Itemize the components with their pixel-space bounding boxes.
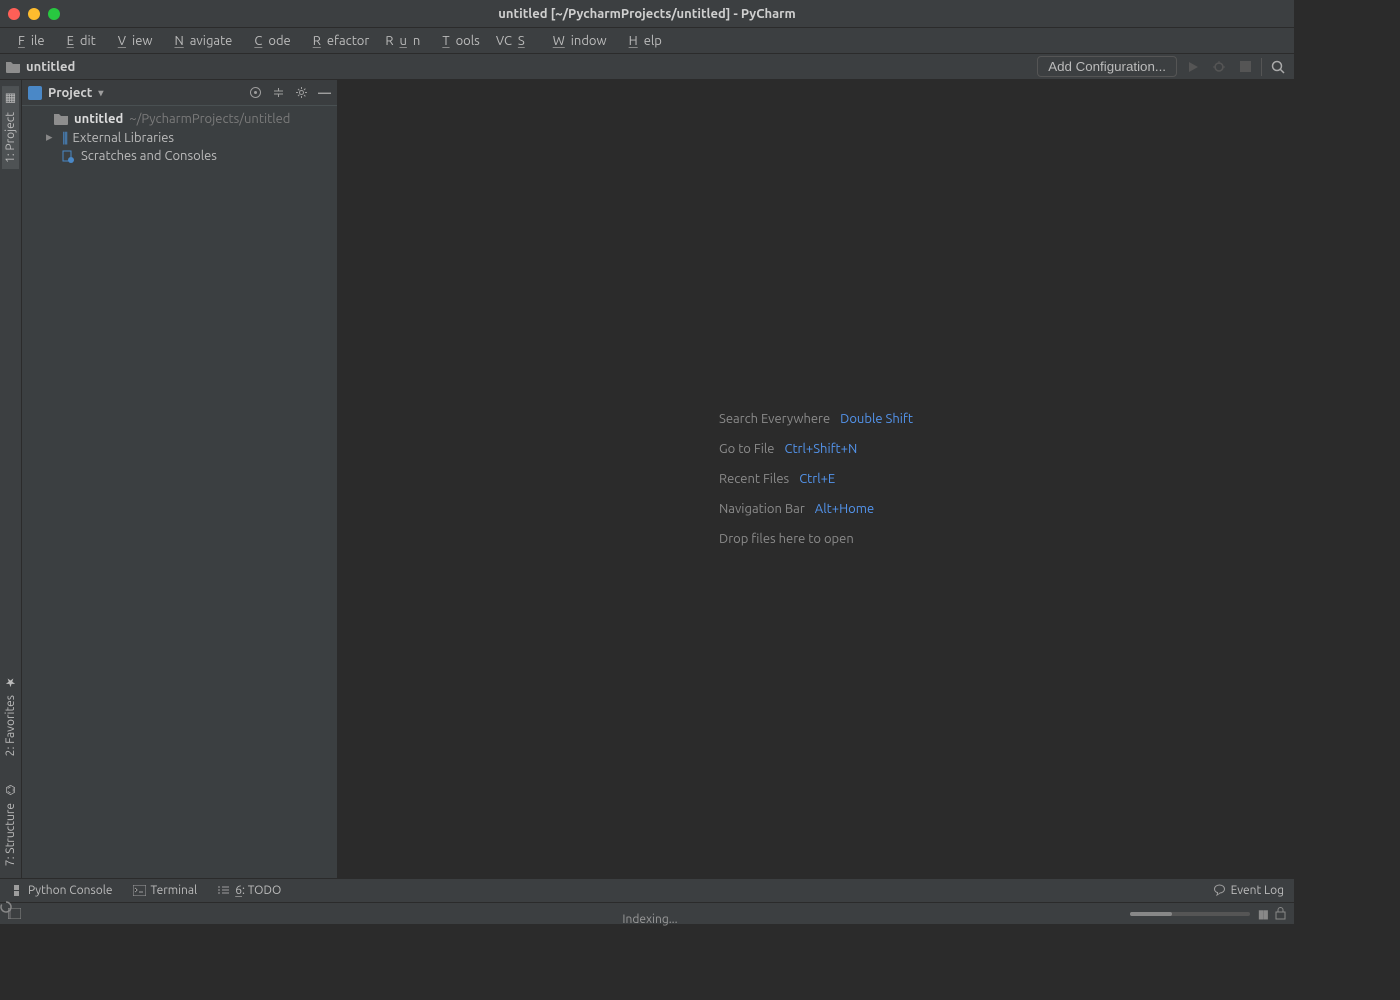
scratch-icon — [62, 150, 75, 163]
star-icon: ★ — [5, 675, 16, 689]
menu-file[interactable]: File — [6, 32, 51, 50]
balloon-icon — [1213, 884, 1226, 897]
run-icon[interactable] — [1183, 57, 1203, 77]
hint-search-everywhere: Search Everywhere Double Shift — [719, 412, 913, 426]
breadcrumb[interactable]: untitled — [6, 60, 75, 74]
tree-root-path: ~/PycharmProjects/untitled — [129, 112, 290, 126]
window-controls — [8, 8, 60, 20]
spinner-icon — [0, 901, 1294, 913]
main-area: 1: Project▦ 2: Favorites★ 7: Structure⌬ … — [0, 80, 1294, 878]
project-tree[interactable]: untitled ~/PycharmProjects/untitled ▸ ||… — [22, 106, 337, 169]
titlebar: untitled [~/PycharmProjects/untitled] - … — [0, 0, 1294, 28]
hint-drop-files: Drop files here to open — [719, 532, 913, 546]
project-tool-title[interactable]: Project — [48, 86, 92, 100]
hide-icon[interactable]: — — [318, 86, 331, 100]
tab-python-console[interactable]: Python Console — [10, 884, 113, 897]
tab-event-log[interactable]: Event Log — [1213, 884, 1284, 897]
close-icon[interactable] — [8, 8, 20, 20]
collapse-all-icon[interactable] — [272, 86, 285, 99]
pause-icon[interactable]: ▮▮ — [1258, 907, 1267, 921]
gear-icon[interactable] — [295, 86, 308, 99]
menu-tools[interactable]: Tools — [430, 32, 486, 50]
terminal-icon — [133, 885, 146, 896]
statusbar: Indexing... ▮▮ — [0, 902, 1294, 924]
library-icon: ||| — [62, 131, 67, 145]
python-icon — [10, 884, 23, 897]
menu-edit[interactable]: Edit — [55, 32, 102, 50]
hint-go-to-file: Go to File Ctrl+Shift+N — [719, 442, 913, 456]
menu-code[interactable]: Code — [242, 32, 296, 50]
folder-icon — [54, 113, 68, 125]
project-icon — [28, 86, 42, 100]
hint-recent-files: Recent Files Ctrl+E — [719, 472, 913, 486]
folder-icon — [6, 61, 20, 73]
bottom-tool-tabs: Python Console Terminal 6: TODO Event Lo… — [0, 878, 1294, 902]
tab-structure[interactable]: 7: Structure⌬ — [2, 777, 19, 872]
menu-refactor[interactable]: Refactor — [301, 32, 376, 50]
debug-icon[interactable] — [1209, 57, 1229, 77]
lock-icon[interactable] — [1275, 907, 1286, 920]
breadcrumb-project: untitled — [26, 60, 75, 74]
hint-navigation-bar: Navigation Bar Alt+Home — [719, 502, 913, 516]
todo-icon — [217, 885, 230, 896]
project-tool-window: Project ▾ — u — [22, 80, 338, 878]
separator — [1261, 58, 1262, 76]
structure-icon: ⌬ — [5, 783, 15, 797]
minimize-icon[interactable] — [28, 8, 40, 20]
tree-external-libraries[interactable]: ▸ ||| External Libraries — [22, 128, 337, 147]
search-icon[interactable] — [1268, 57, 1288, 77]
tool-windows-icon[interactable] — [8, 908, 21, 919]
indexing-progress[interactable] — [1130, 912, 1250, 916]
menu-window[interactable]: Window — [541, 32, 613, 50]
window-title: untitled [~/PycharmProjects/untitled] - … — [0, 7, 1294, 21]
menu-help[interactable]: Help — [617, 32, 668, 50]
tree-root[interactable]: untitled ~/PycharmProjects/untitled — [22, 110, 337, 128]
tree-root-name: untitled — [74, 112, 123, 126]
navbar: untitled Add Configuration... — [0, 54, 1294, 80]
menu-view[interactable]: View — [106, 32, 159, 50]
tree-scratches[interactable]: Scratches and Consoles — [22, 147, 337, 165]
stop-icon[interactable] — [1235, 57, 1255, 77]
folder-icon: ▦ — [5, 92, 16, 106]
chevron-down-icon[interactable]: ▾ — [98, 87, 103, 99]
target-icon[interactable] — [249, 86, 262, 99]
tab-project[interactable]: 1: Project▦ — [2, 86, 19, 169]
project-tool-header: Project ▾ — — [22, 80, 337, 106]
chevron-right-icon: ▸ — [46, 130, 56, 145]
add-configuration-button[interactable]: Add Configuration... — [1037, 56, 1177, 77]
menubar: File Edit View Navigate Code Refactor Ru… — [0, 28, 1294, 54]
menu-navigate[interactable]: Navigate — [162, 32, 238, 50]
status-text: Indexing... — [622, 913, 677, 926]
menu-vcs[interactable]: VCS — [490, 32, 537, 50]
menu-run[interactable]: Run — [379, 32, 426, 50]
left-gutter: 1: Project▦ 2: Favorites★ 7: Structure⌬ — [0, 80, 22, 878]
editor-empty-state[interactable]: Search Everywhere Double Shift Go to Fil… — [338, 80, 1294, 878]
maximize-icon[interactable] — [48, 8, 60, 20]
tab-terminal[interactable]: Terminal — [133, 884, 198, 897]
tab-todo[interactable]: 6: TODO — [217, 884, 281, 897]
tab-favorites[interactable]: 2: Favorites★ — [2, 669, 19, 762]
